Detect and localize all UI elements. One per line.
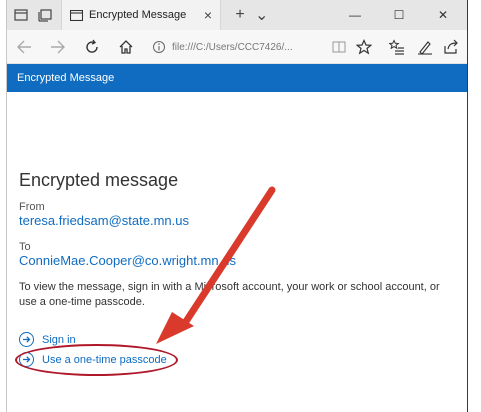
maximize-button[interactable]: ☐ bbox=[381, 0, 417, 30]
torn-edge-right bbox=[467, 0, 481, 412]
navigation-bar: file:///C:/Users/CCC7426/... bbox=[7, 30, 467, 64]
highlight-oval bbox=[15, 344, 178, 376]
new-tab-button[interactable]: + bbox=[231, 6, 249, 24]
page-title: Encrypted message bbox=[19, 170, 179, 190]
from-label: From bbox=[19, 201, 45, 213]
tab-actions-icon[interactable] bbox=[11, 5, 31, 25]
tab-title: Encrypted Message bbox=[89, 9, 187, 21]
address-text: file:///C:/Users/CCC7426/... bbox=[172, 41, 293, 53]
address-bar[interactable]: file:///C:/Users/CCC7426/... bbox=[152, 36, 332, 58]
sign-in-label: Sign in bbox=[42, 333, 76, 346]
favorite-button[interactable] bbox=[350, 30, 378, 64]
tab-close-icon[interactable]: × bbox=[204, 7, 212, 23]
share-icon bbox=[444, 39, 458, 54]
back-button[interactable] bbox=[7, 30, 41, 64]
info-icon bbox=[153, 41, 165, 53]
reading-view-icon bbox=[332, 41, 346, 53]
tab-encrypted-message[interactable]: Encrypted Message × bbox=[61, 0, 221, 30]
star-icon bbox=[356, 39, 372, 55]
to-email: ConnieMae.Cooper@co.wright.mn.us bbox=[19, 253, 236, 268]
set-aside-tabs-icon[interactable] bbox=[35, 5, 55, 25]
close-window-button[interactable]: ✕ bbox=[425, 0, 461, 30]
tab-dropdown-icon[interactable]: ⌄ bbox=[255, 5, 268, 25]
browser-window: Encrypted Message × + ⌄ — ☐ ✕ file:///C:… bbox=[6, 0, 468, 412]
message-content: Encrypted message From teresa.friedsam@s… bbox=[7, 92, 467, 412]
share-button[interactable] bbox=[437, 30, 465, 64]
to-label: To bbox=[19, 241, 31, 253]
minimize-button[interactable]: — bbox=[337, 0, 373, 30]
from-email: teresa.friedsam@state.mn.us bbox=[19, 213, 189, 228]
app-header-title: Encrypted Message bbox=[17, 72, 115, 84]
page-icon bbox=[70, 9, 83, 21]
refresh-icon bbox=[86, 39, 98, 53]
favorites-hub-button[interactable] bbox=[383, 30, 411, 64]
app-header: Encrypted Message bbox=[7, 64, 467, 92]
forward-arrow-icon bbox=[51, 40, 65, 53]
notes-button[interactable] bbox=[411, 30, 439, 64]
home-icon bbox=[119, 39, 133, 54]
arrow-right-circle-icon bbox=[19, 332, 34, 347]
home-button[interactable] bbox=[109, 30, 143, 64]
reading-view-button[interactable] bbox=[325, 30, 353, 64]
tab-bar: Encrypted Message × + ⌄ — ☐ ✕ bbox=[7, 0, 467, 30]
favorites-list-icon bbox=[389, 39, 404, 55]
pen-icon bbox=[418, 41, 432, 55]
instructions-text: To view the message, sign in with a Micr… bbox=[19, 281, 440, 308]
forward-button[interactable] bbox=[41, 30, 75, 64]
back-arrow-icon bbox=[17, 40, 31, 53]
refresh-button[interactable] bbox=[75, 30, 109, 64]
